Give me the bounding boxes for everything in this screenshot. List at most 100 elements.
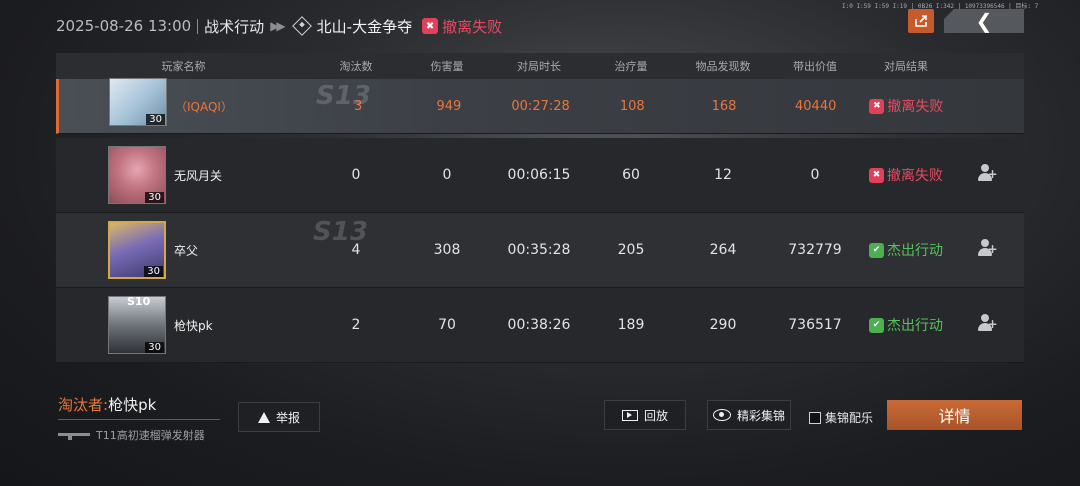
header-divider: [197, 18, 199, 34]
avatar[interactable]: 30: [109, 78, 167, 126]
fail-icon: ✖: [869, 98, 885, 114]
replay-icon: [621, 409, 638, 421]
duration-value: 00:38:26: [507, 317, 571, 333]
damage-value: 308: [433, 242, 461, 258]
extract-value: 736517: [788, 317, 842, 333]
weapon-name: T11高初速榴弹发射器: [96, 429, 205, 442]
player-level: 30: [145, 192, 164, 203]
bgm-label: 集锦配乐: [825, 411, 874, 425]
header-extract-value: 带出价值: [793, 60, 837, 73]
table-row[interactable]: S13 30 （IQAQI） 3 949 00:27:28 108 168 40…: [56, 78, 1024, 134]
back-button[interactable]: ❮: [944, 9, 1024, 33]
bgm-toggle[interactable]: 集锦配乐: [809, 409, 873, 426]
detail-label: 详情: [938, 407, 971, 426]
damage-value: 70: [438, 317, 456, 333]
eliminator-panel: 淘汰者:枪快pk T11高初速榴弹发射器: [58, 394, 220, 443]
player-level: 30: [146, 114, 165, 125]
result-badge: ✔ 杰出行动: [869, 240, 943, 260]
header-result: 对局结果: [884, 60, 928, 73]
detail-button[interactable]: 详情: [887, 400, 1022, 430]
highlight-button[interactable]: 精彩集锦: [707, 400, 791, 430]
eliminator-name[interactable]: 枪快pk: [108, 396, 156, 414]
report-button[interactable]: 举报: [238, 402, 320, 432]
avatar[interactable]: S10 30: [108, 295, 166, 354]
extract-value: 0: [810, 167, 820, 183]
duration-value: 00:27:28: [511, 98, 570, 114]
fail-icon: ✖: [869, 167, 884, 183]
match-header: 2025-08-26 13:00 战术行动 ▶▶ 北山-大金争夺 ✖ 撤离失败: [56, 14, 502, 38]
share-icon: [915, 15, 927, 27]
result-badge: ✔ 杰出行动: [869, 315, 943, 335]
game-mode: 战术行动: [204, 17, 265, 36]
share-button[interactable]: [908, 9, 934, 33]
player-name: （IQAQI）: [175, 99, 233, 114]
result-text: 杰出行动: [887, 243, 943, 259]
eliminator-label: 淘汰者:: [58, 396, 109, 414]
player-name: 枪快pk: [174, 318, 213, 333]
eliminator-info: 淘汰者:枪快pk: [58, 394, 220, 415]
add-friend-icon[interactable]: +: [977, 164, 998, 182]
header-duration: 对局时长: [517, 60, 561, 73]
rifle-icon: [58, 431, 90, 440]
header-heal: 治疗量: [614, 60, 648, 73]
avatar[interactable]: 30: [108, 146, 166, 204]
damage-value: 949: [436, 98, 462, 114]
items-value: 290: [709, 317, 737, 333]
player-name: 无风月关: [174, 168, 223, 183]
table-row[interactable]: 30 无风月关 0 0 00:06:15 60 12 0 ✖ 撤离失败 +: [56, 138, 1024, 213]
highlight-label: 精彩集锦: [736, 408, 785, 423]
back-chevron-icon: ❮: [975, 9, 993, 33]
header-items-found: 物品发现数: [695, 60, 751, 73]
add-friend-icon[interactable]: +: [977, 239, 998, 257]
kills-value: 2: [351, 317, 361, 333]
header-damage: 伤害量: [430, 60, 464, 73]
header-kills: 淘汰数: [339, 60, 373, 73]
chevron-right-icon: ▶▶: [270, 19, 286, 33]
duration-value: 00:06:15: [507, 167, 571, 183]
avatar-season-badge: S10: [127, 295, 151, 308]
items-value: 264: [709, 242, 737, 258]
result-text: 杰出行动: [887, 318, 943, 334]
scoreboard-table: 玩家名称 淘汰数 伤害量 对局时长 治疗量 物品发现数 带出价值 对局结果 S1…: [56, 53, 1024, 363]
success-icon: ✔: [869, 242, 884, 258]
eliminator-weapon: T11高初速榴弹发射器: [58, 427, 220, 443]
season-badge: S13: [316, 81, 371, 111]
match-datetime: 2025-08-26 13:00: [56, 17, 192, 35]
fail-icon: ✖: [422, 18, 439, 34]
warning-icon: [257, 411, 270, 423]
header-player-name: 玩家名称: [161, 60, 206, 73]
success-icon: ✔: [869, 317, 884, 333]
heal-value: 60: [622, 167, 640, 183]
map-name: 北山-大金争夺: [316, 17, 413, 36]
result-text: 撤离失败: [887, 99, 944, 115]
divider: [58, 419, 220, 420]
player-level: 30: [145, 342, 164, 353]
result-badge: ✖ 撤离失败: [869, 165, 943, 185]
eye-icon: [712, 409, 731, 421]
duration-value: 00:35:28: [507, 242, 571, 258]
result-badge: ✖ 撤离失败: [869, 96, 943, 116]
table-header: 玩家名称 淘汰数 伤害量 对局时长 治疗量 物品发现数 带出价值 对局结果: [56, 53, 1024, 79]
match-result: 撤离失败: [442, 17, 503, 36]
player-level: 30: [144, 266, 163, 277]
heal-value: 189: [617, 317, 645, 333]
report-label: 举报: [275, 410, 300, 425]
add-friend-icon[interactable]: +: [977, 314, 998, 332]
session-info: I:0 I:59 I:59 I:19 | 0B26 I:342 | 109733…: [842, 3, 1039, 10]
avatar[interactable]: 30: [108, 221, 166, 279]
table-row[interactable]: S10 30 枪快pk 2 70 00:38:26 189 290 736517…: [56, 288, 1024, 363]
bgm-checkbox[interactable]: [809, 411, 821, 424]
table-row[interactable]: S13 30 卒父 4 308 00:35:28 205 264 732779 …: [56, 213, 1024, 288]
heal-value: 108: [619, 98, 645, 114]
result-text: 撤离失败: [887, 168, 943, 184]
replay-button[interactable]: 回放: [604, 400, 686, 430]
items-value: 12: [714, 167, 732, 183]
season-badge: S13: [313, 217, 368, 247]
map-diamond-icon: [291, 16, 312, 36]
extract-value: 40440: [795, 98, 837, 114]
extract-value: 732779: [788, 242, 842, 258]
items-value: 168: [711, 98, 737, 114]
player-name: 卒父: [174, 243, 199, 258]
kills-value: 0: [351, 167, 361, 183]
replay-label: 回放: [643, 408, 668, 423]
